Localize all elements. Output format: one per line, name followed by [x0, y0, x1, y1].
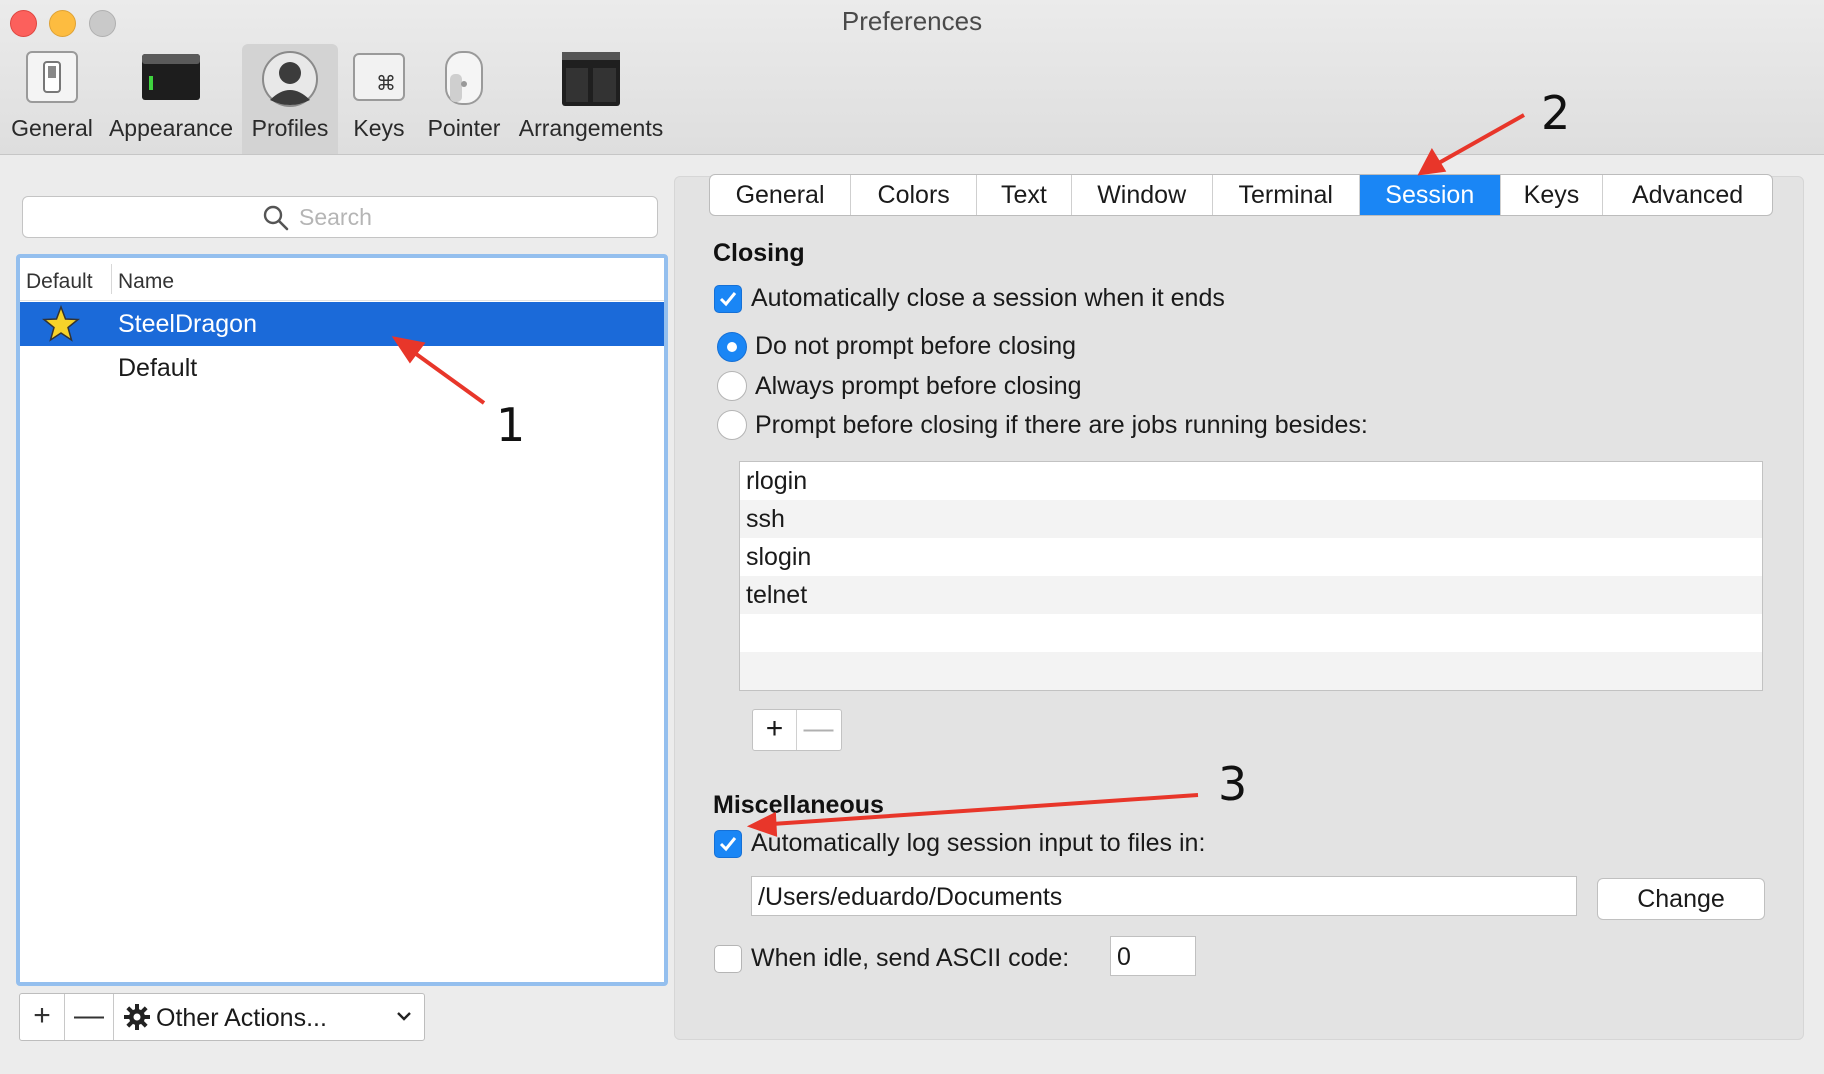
tab-terminal[interactable]: Terminal [1213, 175, 1360, 215]
toolbar-pointer-label: Pointer [427, 115, 501, 141]
auto-close-label: Automatically close a session when it en… [751, 284, 1225, 312]
profile-name: Default [118, 354, 198, 382]
list-item[interactable]: telnet [740, 576, 1762, 614]
profile-actions-bar: + — Other Actions... [19, 993, 425, 1041]
list-item[interactable]: rlogin [740, 462, 1762, 500]
toolbar-appearance[interactable]: Appearance [104, 44, 238, 154]
gear-icon [124, 1004, 150, 1030]
checkmark-icon [719, 837, 737, 852]
log-directory-field[interactable]: /Users/eduardo/Documents [751, 876, 1577, 916]
profile-list[interactable]: Default Name SteelDragon Default [16, 254, 668, 986]
search-placeholder: Search [299, 204, 372, 230]
default-star-icon[interactable] [42, 305, 80, 343]
auto-close-checkbox[interactable] [714, 285, 742, 313]
arrow-2-head [1417, 147, 1447, 176]
radio-prompt-if-jobs[interactable] [717, 410, 747, 440]
tab-advanced[interactable]: Advanced [1603, 175, 1772, 215]
column-name[interactable]: Name [118, 270, 174, 294]
checkmark-icon [719, 292, 737, 307]
annotation-number-2: 2 [1541, 86, 1571, 140]
miscellaneous-heading: Miscellaneous [713, 791, 884, 819]
change-directory-button[interactable]: Change [1597, 878, 1765, 920]
remove-profile-button[interactable]: — [65, 994, 114, 1040]
idle-ascii-checkbox[interactable] [714, 945, 742, 973]
tab-window[interactable]: Window [1072, 175, 1213, 215]
radio-no-prompt-label: Do not prompt before closing [755, 332, 1077, 360]
profile-list-header: Default Name [20, 258, 664, 301]
annotation-number-1: 1 [496, 398, 526, 452]
toolbar-keys[interactable]: ⌘ Keys [344, 44, 414, 154]
profile-row-steeldragon[interactable]: SteelDragon [20, 302, 664, 346]
toolbar-pointer[interactable]: Pointer [420, 44, 508, 154]
toolbar-appearance-label: Appearance [108, 115, 234, 141]
chevron-down-icon [397, 1012, 411, 1021]
list-item-empty [740, 614, 1762, 652]
tab-general[interactable]: General [710, 175, 852, 215]
add-profile-button[interactable]: + [20, 994, 65, 1040]
remove-job-button[interactable]: — [797, 710, 840, 750]
mouse-icon [445, 51, 483, 105]
tab-colors[interactable]: Colors [851, 175, 978, 215]
list-item[interactable]: slogin [740, 538, 1762, 576]
add-job-button[interactable]: + [753, 710, 797, 750]
svg-text:⌘: ⌘ [376, 71, 396, 95]
toolbar-profiles-label: Profiles [251, 115, 329, 141]
settings-tab-bar: General Colors Text Window Terminal Sess… [709, 174, 1773, 216]
command-key-icon: ⌘ [353, 53, 405, 101]
tab-text[interactable]: Text [977, 175, 1072, 215]
profile-name: SteelDragon [118, 310, 257, 338]
terminal-window-icon [142, 54, 200, 100]
profile-row-default[interactable]: Default [20, 346, 664, 390]
toolbar-general-label: General [11, 115, 93, 141]
column-default[interactable]: Default [26, 270, 93, 294]
list-item[interactable]: ssh [740, 500, 1762, 538]
radio-prompt-if-jobs-label: Prompt before closing if there are jobs … [755, 411, 1368, 439]
radio-always-prompt[interactable] [717, 371, 747, 401]
window-arrangement-icon [562, 52, 620, 106]
column-divider [111, 264, 112, 294]
toolbar-keys-label: Keys [353, 115, 405, 141]
tab-session[interactable]: Session [1359, 175, 1501, 215]
other-actions-label: Other Actions... [156, 1004, 327, 1032]
switch-icon [26, 51, 78, 103]
toolbar-arrangements[interactable]: Arrangements [516, 44, 666, 154]
tab-keys[interactable]: Keys [1501, 175, 1604, 215]
list-item-empty [740, 652, 1762, 690]
auto-log-checkbox[interactable] [714, 830, 742, 858]
closing-heading: Closing [713, 239, 805, 267]
profile-search-field[interactable]: Search [22, 196, 658, 238]
search-icon [263, 205, 289, 231]
toolbar-arrangements-label: Arrangements [518, 115, 664, 141]
user-silhouette-icon [262, 51, 318, 107]
idle-ascii-code-field[interactable]: 0 [1110, 936, 1196, 976]
annotation-number-3: 3 [1218, 757, 1248, 811]
window-title: Preferences [841, 6, 983, 36]
radio-always-prompt-label: Always prompt before closing [755, 372, 1082, 400]
toolbar-profiles[interactable]: Profiles [242, 44, 338, 154]
toolbar-general[interactable]: General [4, 44, 100, 154]
jobs-list[interactable]: rlogin ssh slogin telnet [739, 461, 1763, 691]
other-actions-menu[interactable]: Other Actions... [114, 994, 424, 1040]
jobs-actions-bar: + — [752, 709, 842, 751]
auto-log-label: Automatically log session input to files… [751, 829, 1206, 857]
idle-ascii-label: When idle, send ASCII code: [751, 944, 1070, 972]
radio-no-prompt[interactable] [717, 332, 747, 362]
